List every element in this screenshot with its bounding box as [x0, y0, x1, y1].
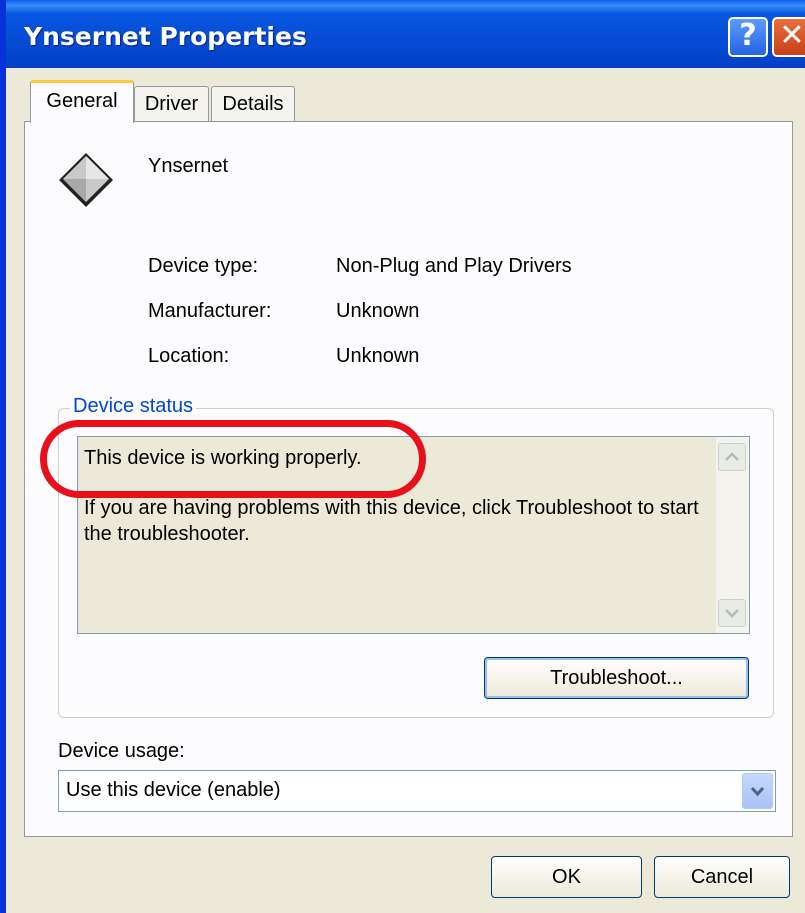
title-bar[interactable]: Ynsernet Properties ? ✕ [6, 0, 805, 68]
troubleshoot-button[interactable]: Troubleshoot... [484, 657, 749, 699]
device-status-legend: Device status [70, 395, 197, 418]
scroll-up-arrow-icon[interactable] [718, 443, 746, 471]
manufacturer-label: Manufacturer: [148, 300, 272, 322]
location-value: Unknown [336, 345, 420, 367]
device-name: Ynsernet [148, 155, 229, 177]
tab-driver[interactable]: Driver [134, 86, 209, 122]
device-type-label: Device type: [148, 255, 259, 277]
window-title: Ynsernet Properties [24, 22, 307, 51]
status-help-text: If you are having problems with this dev… [84, 497, 699, 545]
status-scrollbar[interactable] [716, 437, 749, 633]
device-diamond-icon [59, 153, 113, 207]
red-highlight-circle [40, 420, 426, 498]
dropdown-arrow-icon[interactable] [742, 773, 773, 809]
device-type-value: Non-Plug and Play Drivers [336, 255, 572, 277]
tab-details[interactable]: Details [211, 86, 295, 122]
ok-button[interactable]: OK [491, 856, 642, 898]
scroll-down-arrow-icon[interactable] [718, 599, 746, 627]
device-usage-value: Use this device (enable) [66, 779, 281, 801]
tab-general[interactable]: General [30, 80, 134, 123]
close-button[interactable]: ✕ [772, 17, 805, 57]
manufacturer-value: Unknown [336, 300, 420, 322]
device-usage-label: Device usage: [58, 740, 185, 762]
cancel-button[interactable]: Cancel [654, 856, 790, 898]
location-label: Location: [148, 345, 230, 367]
help-button[interactable]: ? [728, 17, 768, 57]
